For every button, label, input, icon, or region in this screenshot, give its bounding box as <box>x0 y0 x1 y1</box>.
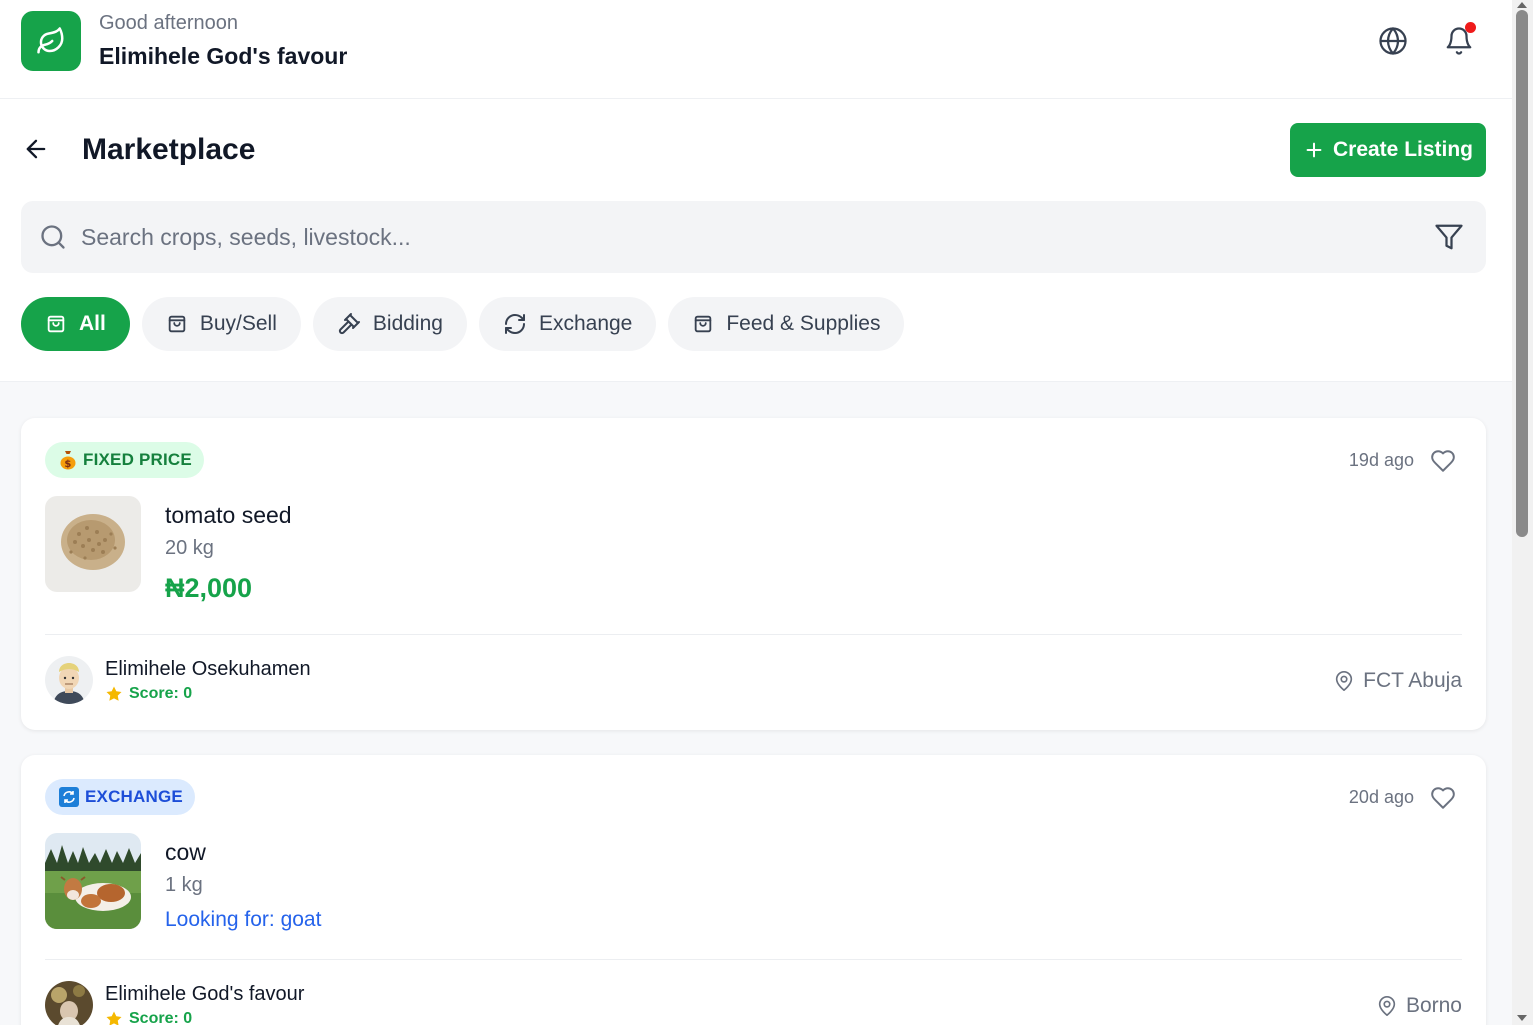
listing-card[interactable]: EXCHANGE 20d ago cow 1 kg Looking for: g… <box>21 755 1486 1025</box>
user-name: Elimihele God's favour <box>99 43 348 69</box>
filter-icon[interactable] <box>1434 222 1464 252</box>
marketplace-toolbar: Marketplace Create Listing All Buy/Sell … <box>0 99 1512 382</box>
app-header: Good afternoon Elimihele God's favour <box>0 0 1512 99</box>
listing-image-seeds[interactable] <box>45 496 141 592</box>
svg-text:$: $ <box>64 459 71 470</box>
greeting-text: Good afternoon <box>99 12 238 34</box>
notification-dot <box>1465 22 1476 33</box>
filter-chip-label: Buy/Sell <box>199 312 277 335</box>
score-label: Score: 0 <box>129 685 193 702</box>
badge-label: FIXED PRICE <box>83 450 192 469</box>
seller-score: Score: 0 <box>105 685 192 703</box>
filter-chip-all[interactable]: All <box>21 297 130 351</box>
search-icon <box>41 225 65 249</box>
location-label: Borno <box>1405 994 1462 1017</box>
create-listing-button[interactable]: Create Listing <box>1290 123 1486 177</box>
filter-chip-feed-supplies[interactable]: Feed & Supplies <box>668 297 905 351</box>
seller-avatar[interactable] <box>45 656 93 704</box>
listing-quantity: 1 kg <box>165 874 203 896</box>
money-bag-icon: $ <box>60 451 76 470</box>
map-pin-icon <box>1336 671 1353 691</box>
plus-icon <box>1306 142 1322 158</box>
back-arrow-icon[interactable] <box>20 133 52 165</box>
refresh-icon <box>504 314 525 334</box>
star-icon <box>106 686 122 701</box>
exchange-icon <box>59 787 79 807</box>
globe-icon[interactable] <box>1374 22 1412 60</box>
scrollbar-thumb[interactable] <box>1516 10 1528 537</box>
listing-location: Borno <box>1376 994 1462 1018</box>
search-bar <box>21 201 1486 273</box>
listing-age: 19d ago <box>1348 450 1414 470</box>
search-input[interactable] <box>81 201 1411 273</box>
gavel-icon <box>338 313 360 335</box>
leaf-icon <box>21 11 81 71</box>
badge-label: EXCHANGE <box>85 787 183 806</box>
listing-card[interactable]: $ FIXED PRICE 19d ago tomato seed 20 kg … <box>21 418 1486 730</box>
seller-name[interactable]: Elimihele Osekuhamen <box>105 658 311 681</box>
location-label: FCT Abuja <box>1363 669 1462 692</box>
map-pin-icon <box>1378 996 1396 1016</box>
listing-quantity: 20 kg <box>165 537 214 559</box>
listing-price: ₦2,000 <box>165 573 253 603</box>
filter-chip-bidding[interactable]: Bidding <box>312 297 467 351</box>
page-title: Marketplace <box>82 133 256 166</box>
card-divider <box>45 634 1462 635</box>
filter-chip-buy-sell[interactable]: Buy/Sell <box>141 297 301 351</box>
seller-score: Score: 0 <box>105 1010 192 1025</box>
star-icon <box>106 1011 122 1025</box>
category-filters: All Buy/Sell Bidding Exchange Feed & Sup… <box>21 297 905 351</box>
listing-type-badge: $ FIXED PRICE <box>45 442 204 478</box>
heart-icon[interactable] <box>1430 785 1456 811</box>
bell-icon[interactable] <box>1440 22 1478 60</box>
seller-name[interactable]: Elimihele God's favour <box>105 983 304 1006</box>
filter-chip-label: Exchange <box>538 312 633 335</box>
listing-type-badge: EXCHANGE <box>45 779 195 815</box>
filter-chip-label: All <box>79 312 106 335</box>
listing-image-cow[interactable] <box>45 833 141 929</box>
shopping-bag-icon <box>695 315 712 333</box>
shopping-bag-icon <box>47 315 65 333</box>
card-divider <box>45 959 1462 960</box>
listing-location: FCT Abuja <box>1333 669 1462 693</box>
seller-avatar[interactable] <box>45 981 93 1025</box>
scroll-up-arrow-icon[interactable] <box>1517 2 1527 8</box>
listing-title[interactable]: tomato seed <box>165 502 292 529</box>
filter-chip-exchange[interactable]: Exchange <box>478 297 657 351</box>
filter-chip-label: Feed & Supplies <box>726 312 881 335</box>
listing-title[interactable]: cow <box>165 839 206 866</box>
filter-chip-label: Bidding <box>372 312 443 335</box>
page-scrollbar[interactable] <box>1512 0 1533 1025</box>
scroll-down-arrow-icon[interactable] <box>1517 1015 1527 1021</box>
create-listing-label: Create Listing <box>1332 138 1474 161</box>
listing-seeking: Looking for: goat <box>165 908 322 931</box>
listing-age: 20d ago <box>1348 787 1414 807</box>
heart-icon[interactable] <box>1430 448 1456 474</box>
score-label: Score: 0 <box>129 1010 193 1025</box>
shopping-bag-icon <box>168 315 186 333</box>
